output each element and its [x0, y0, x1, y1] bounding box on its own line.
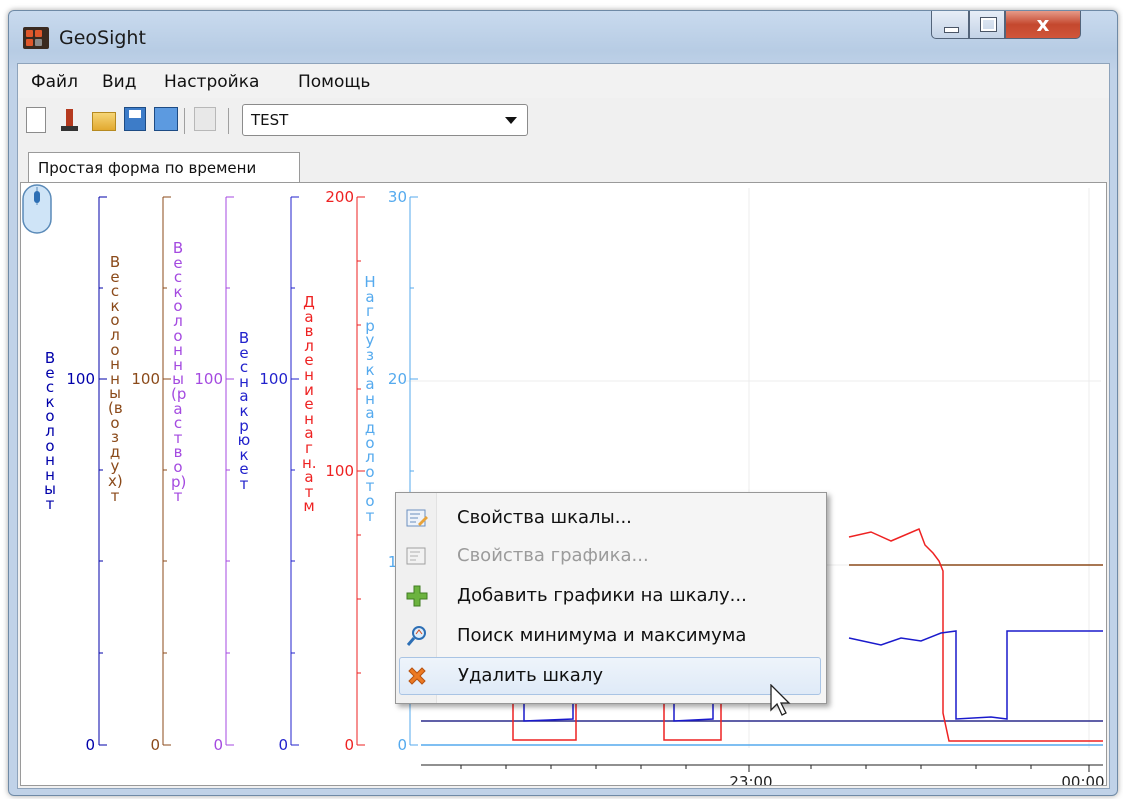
axis3-tick-0: 0: [213, 736, 223, 754]
app-logo-icon: [23, 27, 49, 49]
chart-properties-icon: [406, 547, 426, 565]
new-file-icon[interactable]: [26, 107, 46, 133]
axis4-label: Вес на крюке т: [237, 329, 251, 493]
axis2-label: Вес колонны (воздух) т: [108, 253, 123, 505]
axis-ves-na-kryuke[interactable]: [290, 196, 299, 746]
axis2-tick-100: 100: [131, 370, 160, 388]
axis1-tick-100: 100: [66, 370, 95, 388]
axis-ves-kolonny-vozdukh[interactable]: [162, 196, 171, 746]
time-tick-2300: 23:00: [729, 773, 772, 785]
mouse-cursor-icon: [770, 684, 791, 716]
menu-item-label: Добавить графики на шкалу...: [457, 585, 747, 606]
project-select-value: TEST: [251, 111, 289, 129]
menu-item-label: Свойства графика...: [457, 545, 649, 566]
menu-view[interactable]: Вид: [102, 72, 136, 92]
maximize-button[interactable]: [969, 11, 1005, 39]
menu-item-label: Свойства шкалы...: [457, 507, 632, 528]
menu-bar: Файл Вид Настройка Помощь: [18, 64, 1109, 98]
chevron-down-icon: [505, 117, 517, 124]
menu-item-find-min-max[interactable]: Поиск минимума и максимума: [399, 617, 821, 655]
menu-item-label: Поиск минимума и максимума: [457, 625, 747, 646]
mouse-hint-icon: [22, 184, 52, 234]
tab-time-form[interactable]: Простая форма по времени: [28, 152, 300, 183]
minimize-button[interactable]: [931, 11, 969, 39]
menu-item-delete-scale[interactable]: Удалить шкалу: [399, 657, 821, 695]
context-menu: Свойства шкалы... Свойства графика... До…: [395, 492, 827, 704]
tab-label: Простая форма по времени: [38, 159, 257, 177]
axis5-tick-100: 100: [325, 462, 354, 480]
close-button[interactable]: x: [1005, 11, 1081, 39]
menu-item-add-charts[interactable]: Добавить графики на шкалу...: [399, 577, 821, 615]
delete-icon: [408, 667, 426, 685]
drilling-rig-icon[interactable]: [58, 107, 82, 133]
menu-item-scale-properties[interactable]: Свойства шкалы...: [399, 499, 821, 537]
axis4-tick-100: 100: [259, 370, 288, 388]
axis6-tick-20: 20: [388, 370, 407, 388]
axis-ves-kolonny[interactable]: [98, 196, 107, 746]
save-all-icon[interactable]: [154, 107, 178, 131]
axis4-tick-0: 0: [278, 736, 288, 754]
axis5-tick-200: 200: [325, 188, 354, 206]
project-select[interactable]: TEST: [242, 104, 528, 136]
menu-file[interactable]: Файл: [31, 72, 78, 92]
axis1-tick-0: 0: [85, 736, 95, 754]
time-tick-0000: 00:00: [1061, 773, 1104, 785]
menu-settings[interactable]: Настройка: [164, 72, 259, 92]
copy-icon[interactable]: [194, 107, 216, 131]
axis2-tick-0: 0: [150, 736, 160, 754]
add-icon: [406, 585, 428, 607]
close-icon: x: [1036, 12, 1050, 36]
toolbar: TEST: [18, 102, 1109, 138]
window-title: GeoSight: [59, 27, 146, 49]
search-minmax-icon: [406, 626, 426, 646]
axis3-tick-100: 100: [194, 370, 223, 388]
axis6-label: Нагрузка на долото т: [364, 273, 376, 525]
toolbar-separator: [184, 108, 185, 134]
menu-item-chart-properties[interactable]: Свойства графика...: [399, 537, 821, 575]
axis3-label: Вес колонны (раствор) т: [171, 239, 187, 506]
toolbar-separator: [228, 108, 229, 134]
axis5-tick-0: 0: [344, 736, 354, 754]
menu-item-label: Удалить шкалу: [458, 665, 603, 686]
axis-ves-kolonny-rastvor[interactable]: [225, 196, 234, 746]
axis6-tick-30: 30: [388, 188, 407, 206]
scale-properties-icon: [406, 509, 428, 527]
save-icon[interactable]: [124, 107, 146, 131]
axis6-tick-0: 0: [397, 736, 407, 754]
title-bar[interactable]: GeoSight x: [9, 11, 1117, 63]
menu-help[interactable]: Помощь: [298, 72, 370, 92]
open-folder-icon[interactable]: [92, 112, 116, 131]
axis1-label: Вес колонны т: [44, 349, 56, 513]
axis5-label: Давление нагн. атм: [302, 293, 317, 516]
